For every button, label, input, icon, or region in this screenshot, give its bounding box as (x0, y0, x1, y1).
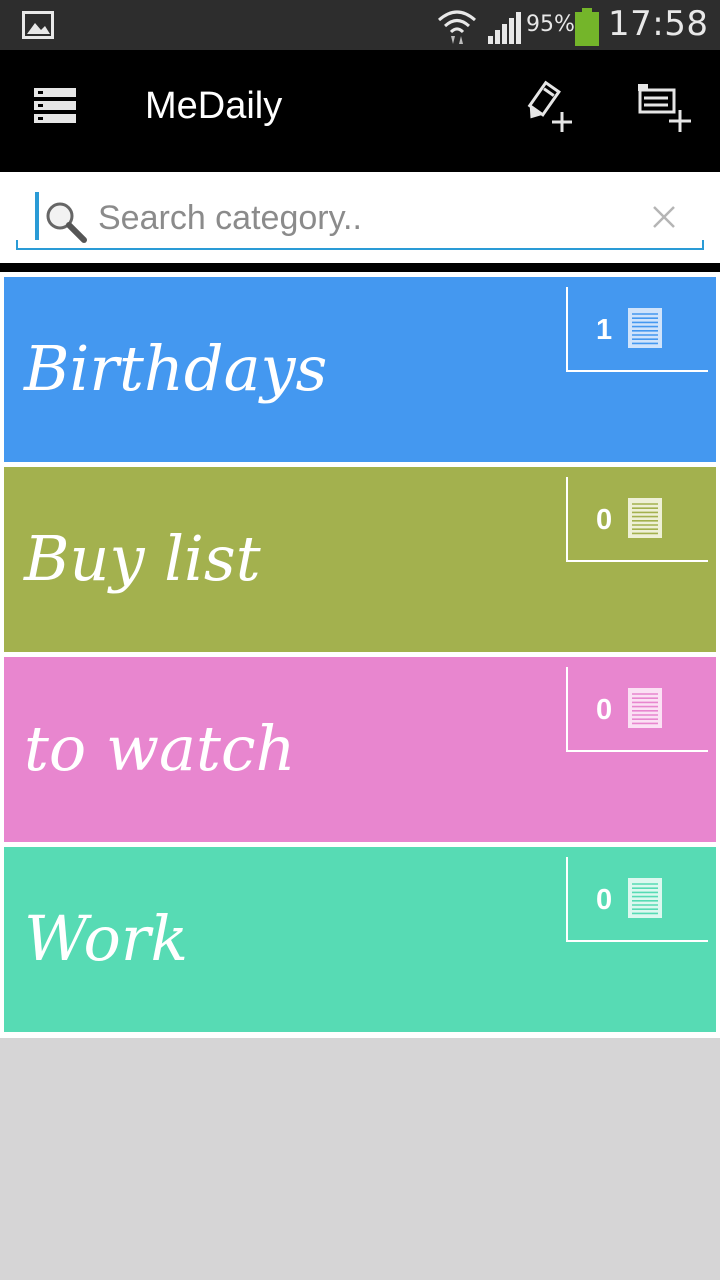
header-divider (0, 263, 720, 272)
battery-percent: 95% (526, 12, 575, 37)
search-underline-left (16, 240, 18, 250)
search-underline (16, 248, 704, 250)
note-count-box[interactable]: 0 (566, 857, 708, 942)
note-count: 1 (596, 314, 613, 346)
category-name: Work (24, 902, 189, 975)
list-menu-icon (34, 88, 76, 123)
category-name: to watch (24, 712, 296, 785)
note-count: 0 (596, 694, 613, 726)
note-count: 0 (596, 884, 613, 916)
clear-search-icon[interactable] (651, 204, 677, 230)
search-icon (46, 202, 87, 243)
empty-area (0, 1038, 720, 1280)
app-title: MeDaily (145, 85, 283, 127)
note-count: 0 (596, 504, 613, 536)
status-bar: 95% 17:58 (0, 0, 720, 50)
category-name: Birthdays (24, 332, 328, 405)
category-card-birthdays[interactable]: Birthdays 1 (4, 277, 716, 462)
category-name: Buy list (24, 522, 261, 595)
note-count-box[interactable]: 0 (566, 667, 708, 752)
note-count-box[interactable]: 0 (566, 477, 708, 562)
note-list-icon (628, 498, 662, 538)
category-card-work[interactable]: Work 0 (4, 847, 716, 1032)
note-list-icon (628, 688, 662, 728)
battery-icon (575, 8, 599, 46)
wifi-icon (438, 10, 476, 44)
add-note-icon (527, 80, 572, 132)
category-list: Birthdays 1 Buy list 0 to watch 0 Work 0 (0, 272, 720, 1038)
category-card-buy-list[interactable]: Buy list 0 (4, 467, 716, 652)
cell-signal-icon (488, 12, 521, 44)
app-bar: MeDaily (0, 50, 720, 172)
menu-button[interactable] (30, 84, 82, 132)
search-underline-right (702, 240, 704, 250)
add-category-icon (638, 84, 691, 132)
note-list-icon (628, 878, 662, 918)
category-card-to-watch[interactable]: to watch 0 (4, 657, 716, 842)
clock: 17:58 (608, 4, 709, 44)
note-list-icon (628, 308, 662, 348)
search-input[interactable] (98, 194, 628, 242)
add-category-button[interactable] (630, 80, 696, 136)
add-note-button[interactable] (522, 80, 578, 136)
note-count-box[interactable]: 1 (566, 287, 708, 372)
gallery-notification-icon (22, 11, 54, 39)
text-cursor (35, 192, 39, 240)
search-bar (0, 172, 720, 263)
